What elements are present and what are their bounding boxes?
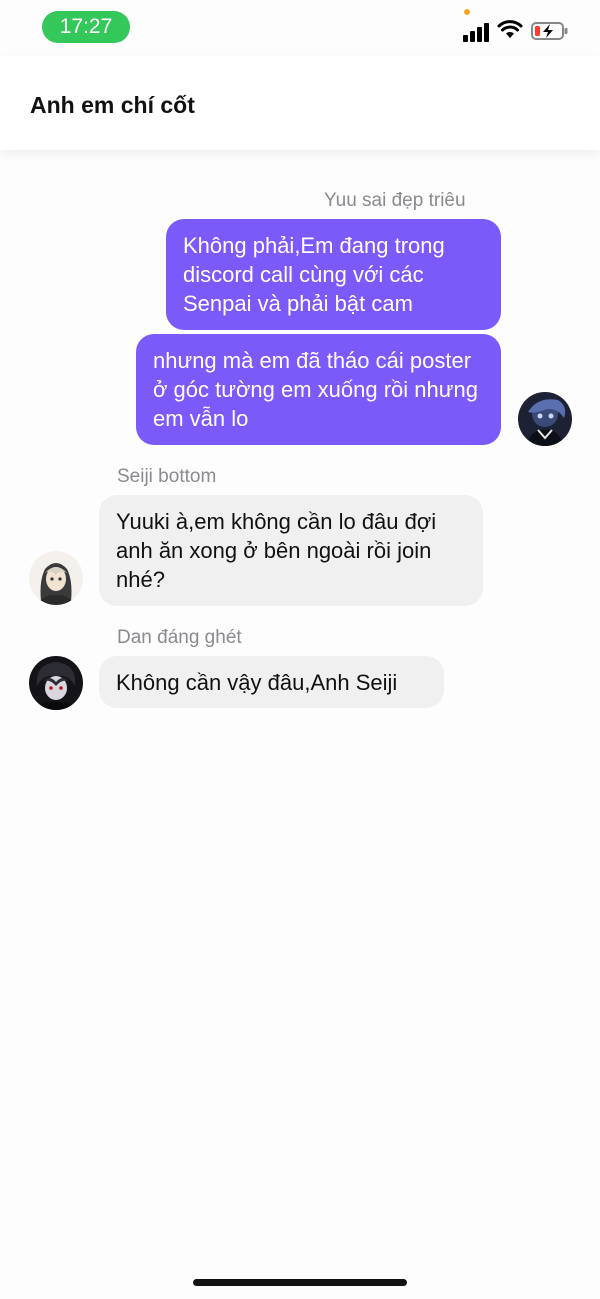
chat-title: Anh em chí cốt: [30, 92, 195, 118]
battery-charging-icon: [531, 22, 568, 40]
avatar[interactable]: [29, 551, 83, 605]
wifi-icon: [497, 20, 523, 38]
sender-name: Dan đáng ghét: [117, 627, 242, 648]
message-bubble[interactable]: Yuuki à,em không cần lo đâu đợi anh ăn x…: [99, 495, 483, 606]
chat-header: Anh em chí cốt: [0, 56, 600, 150]
sender-name: Yuu sai đẹp triêu: [324, 190, 466, 211]
status-time: 17:27: [42, 11, 130, 43]
message-bubble[interactable]: Không cần vậy đâu,Anh Seiji: [99, 656, 444, 708]
message-bubble[interactable]: Không phải,Em đang trong discord call cù…: [166, 219, 501, 330]
avatar[interactable]: [29, 656, 83, 710]
home-indicator[interactable]: [193, 1279, 407, 1286]
signal-icon: [463, 22, 491, 42]
privacy-indicator-dot: [464, 9, 470, 15]
avatar[interactable]: [518, 392, 572, 446]
status-bar: 17:27: [0, 0, 600, 56]
sender-name: Seiji bottom: [117, 466, 217, 487]
message-bubble[interactable]: nhưng mà em đã tháo cái poster ở góc tườ…: [136, 334, 501, 445]
